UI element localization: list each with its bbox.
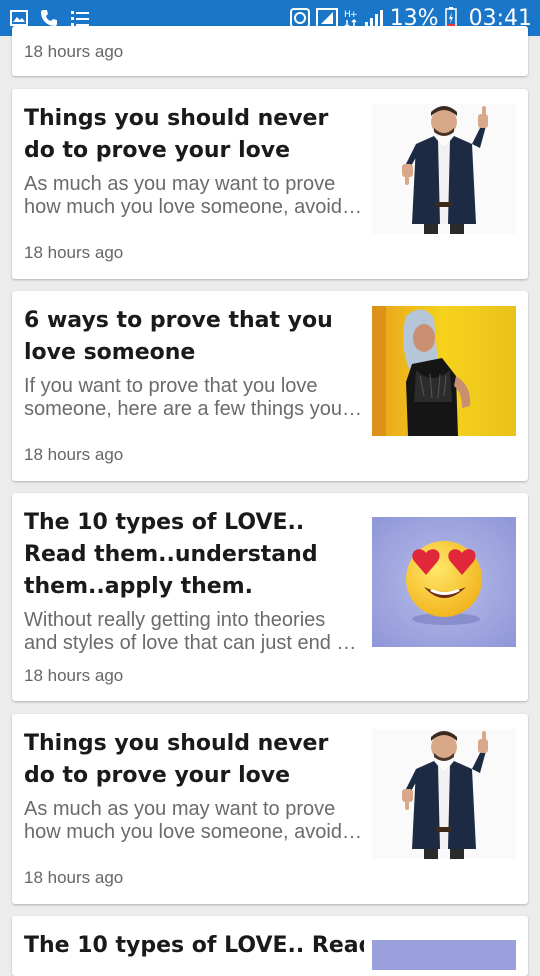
svg-text:+: + xyxy=(350,10,358,20)
woman-yellow-icon xyxy=(372,306,516,436)
article-title: The 10 types of LOVE.. Read xyxy=(24,933,364,958)
signal-box-icon xyxy=(315,8,338,28)
article-card[interactable]: Things you should never do to prove your… xyxy=(12,89,528,279)
sync-icon xyxy=(289,8,310,28)
article-card[interactable]: 6 ways to prove that you love someone If… xyxy=(12,291,528,481)
article-excerpt: As much as you may want to prove how muc… xyxy=(24,798,342,843)
article-excerpt: As much as you may want to prove how muc… xyxy=(24,173,342,218)
signal-bars-icon xyxy=(364,8,384,28)
article-time: 18 hours ago xyxy=(24,445,124,464)
article-card[interactable]: The 10 types of LOVE.. Read xyxy=(12,916,528,976)
network-type-icon: H + xyxy=(344,8,358,28)
article-title: Things you should never do to prove your… xyxy=(24,731,329,788)
article-card[interactable]: Things you should never do to prove your… xyxy=(12,714,528,904)
man-thumbs-icon xyxy=(372,104,516,234)
article-title: 6 ways to prove that you love someone xyxy=(24,308,333,365)
article-excerpt: If you want to prove that you love someo… xyxy=(24,375,342,420)
list-icon xyxy=(70,9,90,27)
article-card[interactable]: 18 hours ago xyxy=(12,26,528,76)
article-time: 18 hours ago xyxy=(24,243,124,262)
gallery-icon xyxy=(10,10,28,26)
heart-eyes-emoji-icon xyxy=(372,940,516,970)
article-title: Things you should never do to prove your… xyxy=(24,106,329,163)
man-thumbs-icon xyxy=(372,729,516,859)
article-time: 18 hours ago xyxy=(24,868,124,887)
article-title: The 10 types of LOVE.. Read them..unders… xyxy=(24,510,318,599)
article-excerpt: Without really getting into theories and… xyxy=(24,609,359,654)
article-time: 18 hours ago xyxy=(24,666,124,685)
article-time: 18 hours ago xyxy=(24,42,124,61)
article-card[interactable]: The 10 types of LOVE.. Read them..unders… xyxy=(12,493,528,701)
phone-icon xyxy=(40,9,58,27)
heart-eyes-emoji-icon xyxy=(372,517,516,647)
